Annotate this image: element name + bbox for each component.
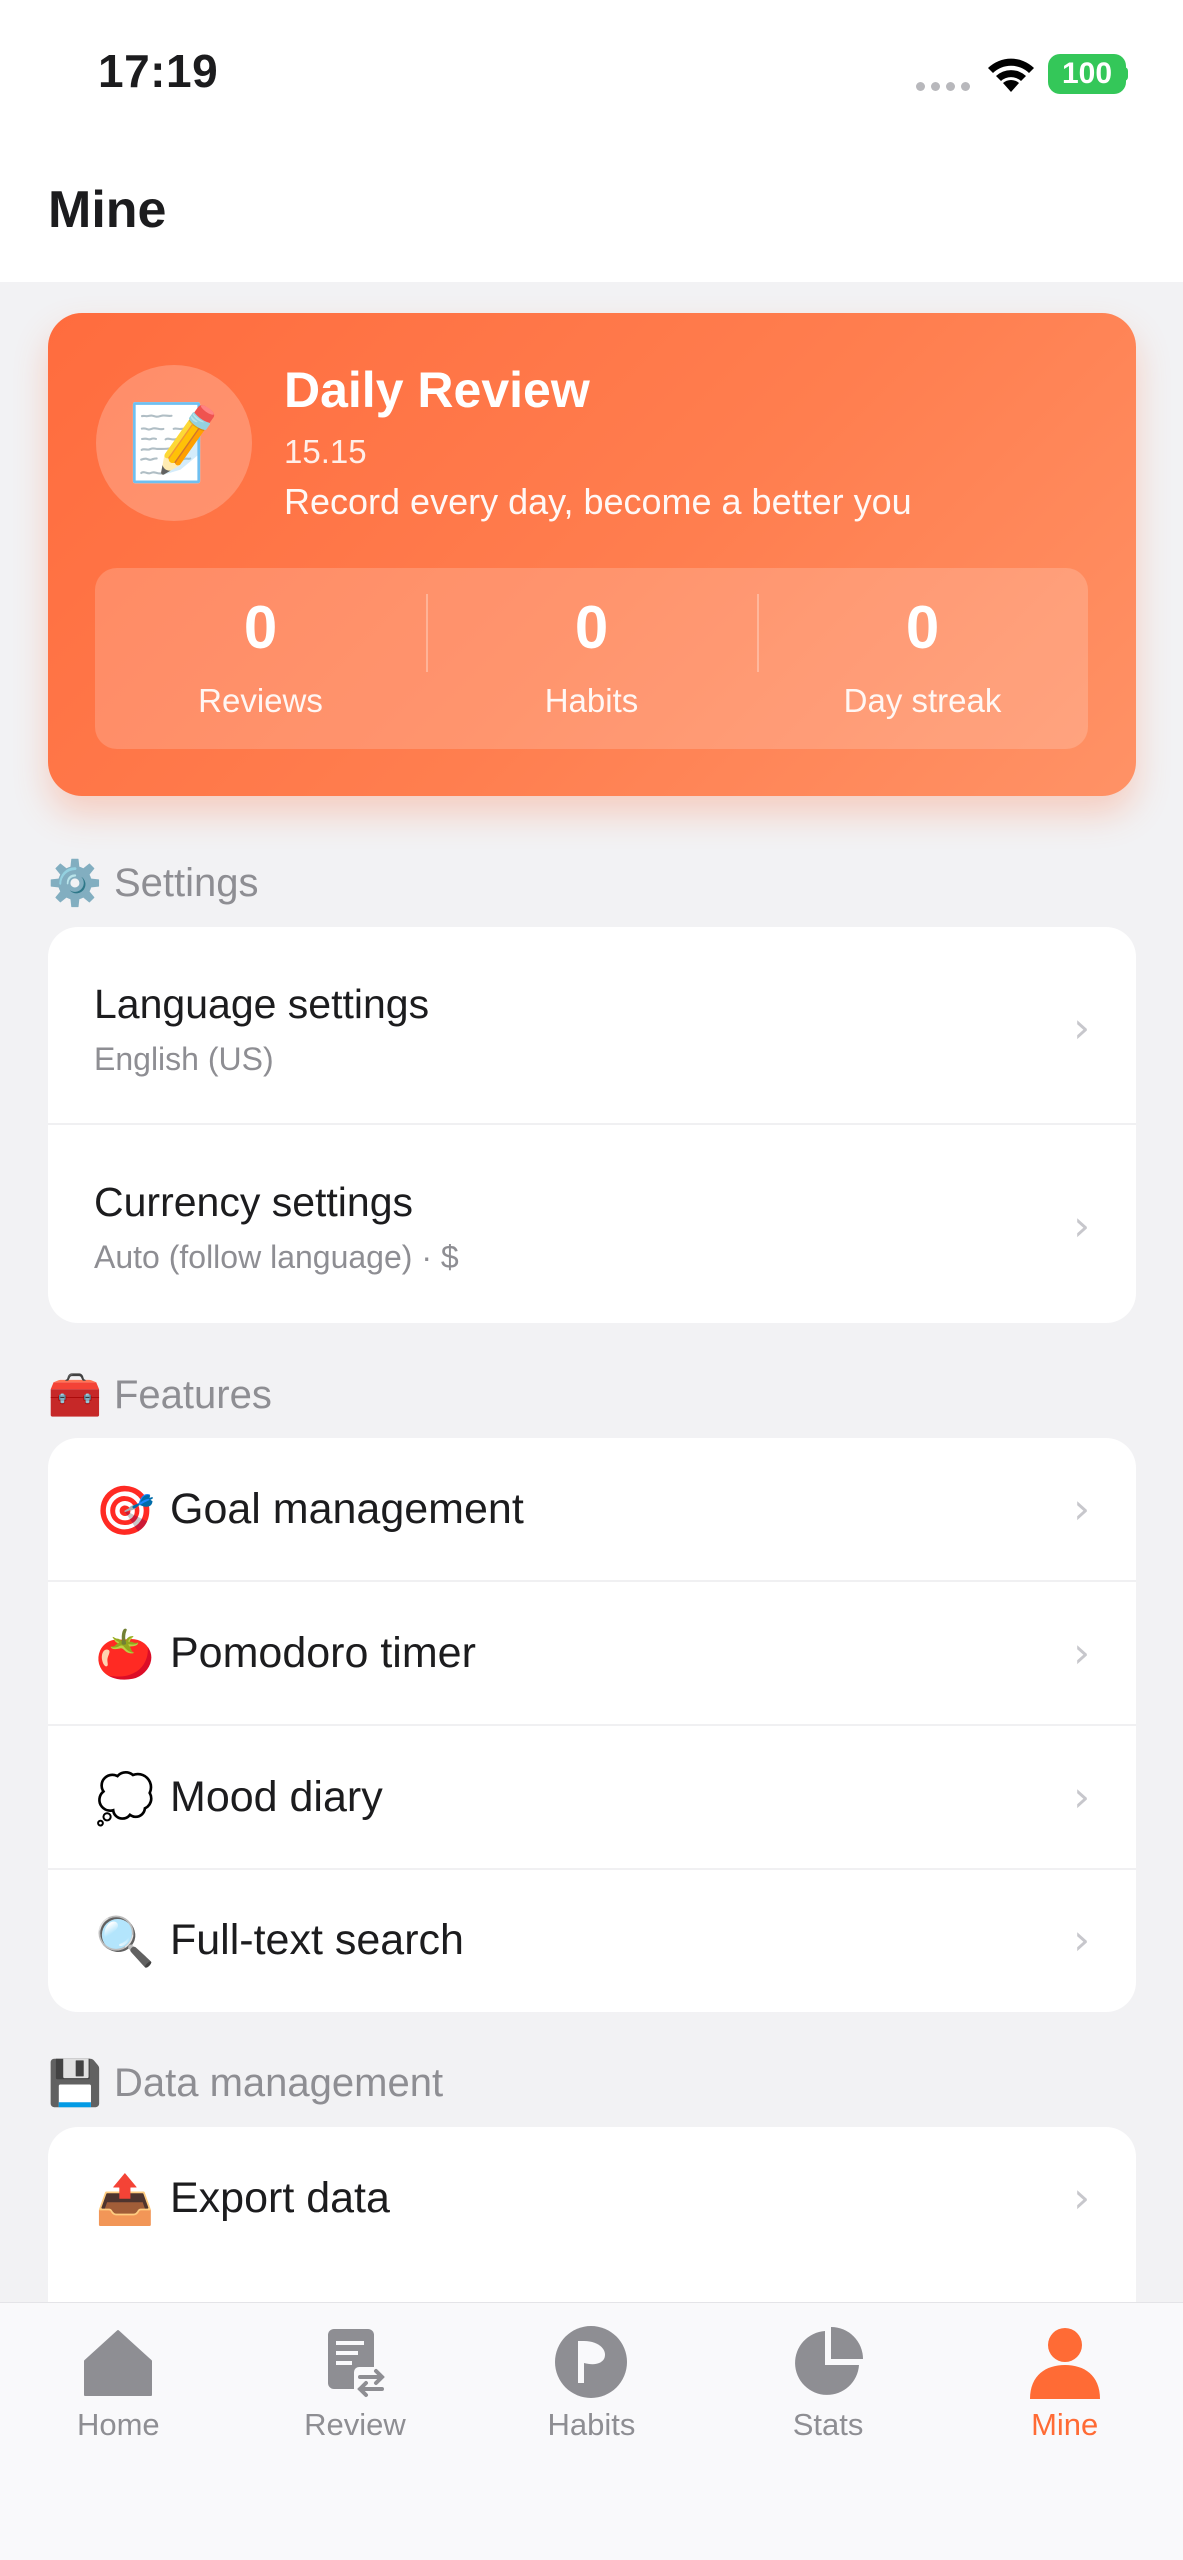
export-data-row[interactable]: 📤 Export data › bbox=[48, 2127, 1136, 2271]
section-label: Settings bbox=[114, 860, 259, 905]
row-label: Mood diary bbox=[170, 1773, 383, 1821]
target-icon: 🎯 bbox=[95, 1484, 155, 1538]
chevron-right-icon: › bbox=[1073, 1003, 1090, 1052]
row-subtitle: Auto (follow language) · $ bbox=[94, 1239, 459, 1275]
mood-diary-row[interactable]: 💭 Mood diary › bbox=[48, 1726, 1136, 1870]
tab-label: Habits bbox=[547, 2407, 636, 2442]
language-settings-row[interactable]: Language settings English (US) › bbox=[48, 927, 1136, 1125]
currency-settings-row[interactable]: Currency settings Auto (follow language)… bbox=[48, 1125, 1136, 1323]
stat-value: 0 bbox=[574, 593, 609, 661]
row-label: Goal management bbox=[170, 1485, 524, 1533]
stat-value: 0 bbox=[243, 593, 278, 661]
battery-icon: 100 bbox=[1048, 54, 1126, 94]
gear-icon: ⚙️ bbox=[47, 859, 103, 908]
memo-icon: 📝 bbox=[96, 365, 252, 521]
hero-tagline: Record every day, become a better you bbox=[284, 481, 912, 522]
section-label: Features bbox=[114, 1372, 272, 1417]
floppy-disk-icon: 💾 bbox=[47, 2059, 103, 2108]
tab-label: Stats bbox=[792, 2407, 864, 2442]
hero-value: 15.15 bbox=[284, 433, 367, 470]
tab-home[interactable]: Home bbox=[0, 2303, 237, 2560]
tab-mine[interactable]: Mine bbox=[946, 2303, 1183, 2560]
magnifier-icon: 🔍 bbox=[95, 1915, 155, 1969]
tab-review[interactable]: Review bbox=[237, 2303, 474, 2560]
tab-bar: Home Review Habits Stats Mine bbox=[0, 2302, 1183, 2560]
stat-label: Reviews bbox=[198, 681, 323, 719]
stat-reviews: 0 Reviews bbox=[95, 568, 426, 749]
cellular-signal-icon bbox=[916, 82, 970, 91]
features-card: 🎯 Goal management › 🍅 Pomodoro timer › 💭… bbox=[48, 1438, 1136, 2012]
full-text-search-row[interactable]: 🔍 Full-text search › bbox=[48, 1870, 1136, 2012]
row-label: Full-text search bbox=[170, 1916, 464, 1964]
stat-habits: 0 Habits bbox=[426, 568, 757, 749]
pomodoro-timer-row[interactable]: 🍅 Pomodoro timer › bbox=[48, 1582, 1136, 1726]
stat-value: 0 bbox=[905, 593, 940, 661]
battery-tip bbox=[1122, 67, 1128, 81]
outbox-tray-icon: 📤 bbox=[95, 2173, 155, 2227]
row-title: Currency settings bbox=[94, 1179, 414, 1225]
tomato-icon: 🍅 bbox=[95, 1628, 155, 1682]
top-bar: 17:19 100 Mine bbox=[0, 0, 1183, 282]
row-subtitle: English (US) bbox=[94, 1041, 274, 1077]
status-time: 17:19 bbox=[98, 45, 219, 97]
goal-management-row[interactable]: 🎯 Goal management › bbox=[48, 1438, 1136, 1582]
chevron-right-icon: › bbox=[1073, 1628, 1090, 1677]
mine-screen: 17:19 100 Mine 📝 Daily Review 15.15 Reco… bbox=[0, 0, 1183, 2560]
section-label: Data management bbox=[114, 2060, 444, 2105]
section-data-header: 💾 Data management bbox=[48, 2056, 443, 2110]
chevron-right-icon: › bbox=[1073, 1915, 1090, 1964]
chevron-right-icon: › bbox=[1073, 1484, 1090, 1533]
page-title: Mine bbox=[48, 181, 167, 239]
tab-habits[interactable]: Habits bbox=[473, 2303, 710, 2560]
tab-stats[interactable]: Stats bbox=[710, 2303, 947, 2560]
section-features-header: 🧰 Features bbox=[48, 1368, 272, 1422]
settings-card: Language settings English (US) › Currenc… bbox=[48, 927, 1136, 1323]
toolbox-icon: 🧰 bbox=[47, 1371, 103, 1420]
row-title: Language settings bbox=[94, 981, 430, 1027]
home-icon bbox=[84, 2330, 153, 2396]
stats-box: 0 Reviews 0 Habits 0 Day streak bbox=[95, 568, 1088, 749]
stat-label: Day streak bbox=[843, 681, 1002, 719]
chevron-right-icon: › bbox=[1073, 1201, 1090, 1250]
tab-label: Home bbox=[76, 2407, 160, 2442]
wifi-icon bbox=[988, 58, 1034, 92]
pie-chart-icon bbox=[795, 2327, 864, 2395]
review-document-icon bbox=[327, 2329, 388, 2397]
habits-flag-icon bbox=[555, 2326, 628, 2398]
tab-label: Mine bbox=[1031, 2407, 1099, 2442]
section-settings-header: ⚙️ Settings bbox=[48, 856, 259, 910]
thought-bubble-icon: 💭 bbox=[95, 1772, 155, 1826]
daily-review-card[interactable]: 📝 Daily Review 15.15 Record every day, b… bbox=[48, 313, 1136, 796]
stat-label: Habits bbox=[544, 681, 639, 719]
person-icon bbox=[1029, 2328, 1100, 2399]
chevron-right-icon: › bbox=[1073, 1772, 1090, 1821]
stat-day-streak: 0 Day streak bbox=[757, 568, 1088, 749]
row-label: Pomodoro timer bbox=[170, 1629, 476, 1677]
tab-label: Review bbox=[304, 2407, 406, 2442]
row-label: Export data bbox=[170, 2174, 390, 2222]
chevron-right-icon: › bbox=[1073, 2173, 1090, 2222]
hero-title: Daily Review bbox=[284, 362, 590, 418]
